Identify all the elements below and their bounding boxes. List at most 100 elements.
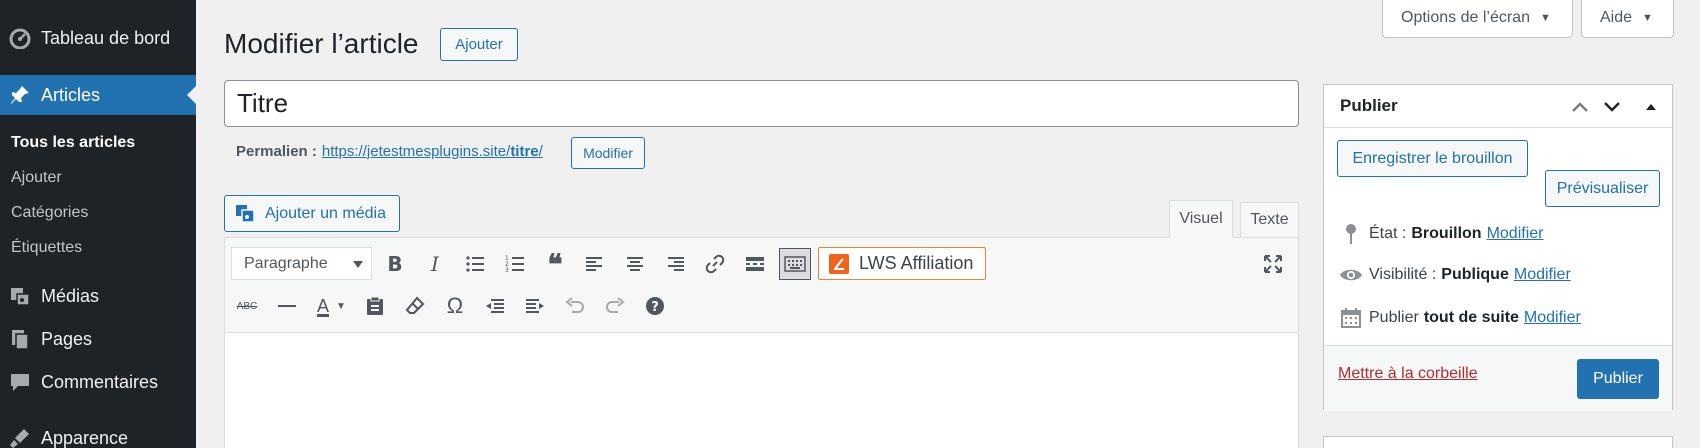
clear-formatting-icon[interactable] xyxy=(399,290,431,322)
status-row: État : Brouillon Modifier xyxy=(1338,223,1543,245)
calendar-icon xyxy=(1338,308,1364,328)
editor-toolbar: Paragraphe B I 123 ❝ LWS Affiliation ABC… xyxy=(225,238,1298,333)
format-select[interactable]: Paragraphe xyxy=(231,247,372,280)
add-media-button[interactable]: Ajouter un média xyxy=(224,195,400,232)
bold-icon[interactable]: B xyxy=(379,248,411,280)
add-media-label: Ajouter un média xyxy=(265,204,386,222)
preview-button[interactable]: Prévisualiser xyxy=(1545,170,1660,207)
svg-text:3: 3 xyxy=(505,267,509,273)
visibility-row: Visibilité : Publique Modifier xyxy=(1338,266,1571,284)
admin-sidebar: Tableau de bord Articles Tous les articl… xyxy=(0,0,196,448)
permalink-edit-button[interactable]: Modifier xyxy=(571,137,645,169)
menu-item-dashboard[interactable]: Tableau de bord xyxy=(0,18,196,58)
lws-affiliation-button[interactable]: LWS Affiliation xyxy=(818,247,986,280)
add-media-icon xyxy=(235,204,257,224)
fullscreen-icon[interactable] xyxy=(1257,248,1289,280)
dashboard-icon xyxy=(6,26,34,50)
permalink-base: https://jetestmesplugins.site/ xyxy=(321,143,511,160)
permalink-row: Permalien : https://jetestmesplugins.sit… xyxy=(236,143,543,160)
numbered-list-icon[interactable]: 123 xyxy=(499,248,531,280)
permalink-label: Permalien : xyxy=(236,143,317,160)
screen-options-button[interactable]: Options de l’écran ▼ xyxy=(1382,0,1573,38)
align-right-icon[interactable] xyxy=(659,248,691,280)
schedule-row: Publier tout de suite Modifier xyxy=(1338,308,1581,328)
editor-area: Paragraphe B I 123 ❝ LWS Affiliation ABC… xyxy=(224,237,1299,448)
visibility-label: Visibilité : xyxy=(1369,266,1437,283)
undo-icon[interactable] xyxy=(559,290,591,322)
help-button[interactable]: Aide ▼ xyxy=(1581,0,1674,38)
format-select-value: Paragraphe xyxy=(244,254,328,272)
svg-text:?: ? xyxy=(651,300,659,315)
caret-down-icon: ▼ xyxy=(1642,11,1653,24)
screen-options-label: Options de l’écran xyxy=(1401,8,1530,26)
submenu-add[interactable]: Ajouter xyxy=(0,160,196,195)
indent-icon[interactable] xyxy=(519,290,551,322)
toolbar-toggle-icon[interactable] xyxy=(779,248,811,280)
link-icon[interactable] xyxy=(699,248,731,280)
articles-submenu: Tous les articles Ajouter Catégories Éti… xyxy=(0,125,196,265)
submenu-categories[interactable]: Catégories xyxy=(0,195,196,230)
menu-label-comments: Commentaires xyxy=(41,371,159,392)
caret-down-icon: ▼ xyxy=(1539,11,1551,24)
menu-item-media[interactable]: Médias xyxy=(0,276,196,316)
menu-label-media: Médias xyxy=(41,285,100,306)
chevron-down-icon[interactable] xyxy=(1600,95,1624,119)
status-value: Brouillon xyxy=(1411,225,1482,242)
menu-label-dashboard: Tableau de bord xyxy=(41,27,171,48)
align-center-icon[interactable] xyxy=(619,248,651,280)
schedule-edit-link[interactable]: Modifier xyxy=(1524,309,1581,327)
paste-text-icon[interactable] xyxy=(359,290,391,322)
pin-icon xyxy=(1338,223,1364,245)
lws-affiliation-label: LWS Affiliation xyxy=(859,253,974,273)
outdent-icon[interactable] xyxy=(479,290,511,322)
horizontal-line-icon[interactable] xyxy=(271,290,303,322)
dropdown-arrow-icon xyxy=(353,261,363,268)
chevron-up-icon[interactable] xyxy=(1568,95,1592,119)
media-icon xyxy=(6,284,34,308)
align-left-icon[interactable] xyxy=(579,248,611,280)
menu-item-pages[interactable]: Pages xyxy=(0,319,196,359)
menu-item-comments[interactable]: Commentaires xyxy=(0,362,196,402)
pages-icon xyxy=(6,327,34,351)
menu-label-pages: Pages xyxy=(41,328,93,349)
trash-link[interactable]: Mettre à la corbeille xyxy=(1338,365,1478,383)
strikethrough-icon[interactable]: ABC xyxy=(231,290,263,322)
pin-icon xyxy=(6,83,34,107)
bullet-list-icon[interactable] xyxy=(459,248,491,280)
read-more-icon[interactable] xyxy=(739,248,771,280)
eye-icon xyxy=(1338,267,1364,283)
text-color-dropdown-icon[interactable]: ▼ xyxy=(333,290,349,322)
publish-actions: Mettre à la corbeille Publier xyxy=(1324,345,1672,411)
submenu-tags[interactable]: Étiquettes xyxy=(0,230,196,265)
submenu-all-posts[interactable]: Tous les articles xyxy=(0,125,196,160)
publish-box: Publier Enregistrer le brouillon Prévisu… xyxy=(1323,84,1673,411)
collapse-toggle-icon[interactable] xyxy=(1639,95,1663,119)
page-title: Modifier l’article xyxy=(224,28,419,59)
tab-visual[interactable]: Visuel xyxy=(1169,200,1233,238)
redo-icon[interactable] xyxy=(599,290,631,322)
menu-item-appearance[interactable]: Apparence xyxy=(0,418,196,448)
publish-box-title: Publier xyxy=(1340,96,1398,115)
blockquote-icon[interactable]: ❝ xyxy=(539,248,571,281)
visibility-edit-link[interactable]: Modifier xyxy=(1514,266,1571,284)
status-label: État : xyxy=(1369,225,1407,242)
help-shortcuts-icon[interactable]: ? xyxy=(639,290,671,322)
menu-label-appearance: Apparence xyxy=(41,427,129,448)
schedule-label: Publier xyxy=(1369,309,1419,326)
menu-label-articles: Articles xyxy=(41,84,101,105)
save-draft-button[interactable]: Enregistrer le brouillon xyxy=(1337,140,1528,177)
next-metabox xyxy=(1323,436,1673,448)
post-title-input[interactable] xyxy=(224,80,1299,127)
appearance-icon xyxy=(6,426,34,448)
lws-logo-icon xyxy=(829,253,849,274)
permalink-slug: titre xyxy=(510,143,539,160)
italic-icon[interactable]: I xyxy=(419,248,451,280)
menu-item-articles[interactable]: Articles xyxy=(0,75,196,115)
add-new-button[interactable]: Ajouter xyxy=(440,28,518,61)
comments-icon xyxy=(6,370,34,394)
permalink-link[interactable]: https://jetestmesplugins.site/titre/ xyxy=(322,143,543,160)
tab-text[interactable]: Texte xyxy=(1240,202,1299,237)
publish-button[interactable]: Publier xyxy=(1577,359,1659,399)
special-character-icon[interactable]: Ω xyxy=(439,290,471,322)
status-edit-link[interactable]: Modifier xyxy=(1487,225,1544,243)
